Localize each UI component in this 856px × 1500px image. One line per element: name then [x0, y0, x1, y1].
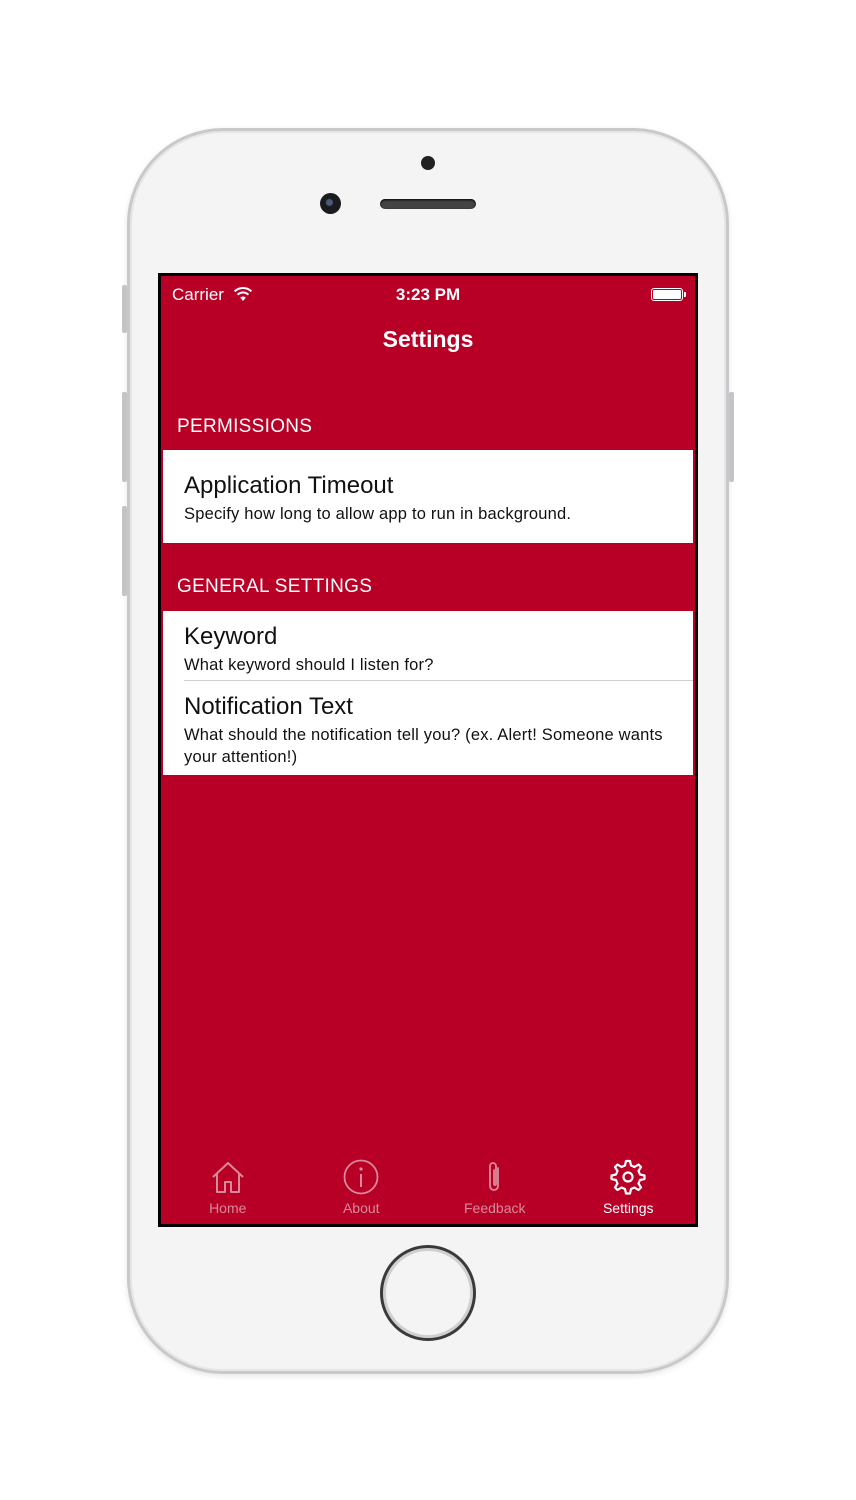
tab-label: Home	[209, 1200, 247, 1216]
cell-title: Keyword	[184, 623, 278, 650]
tab-settings[interactable]: Settings	[562, 1150, 696, 1224]
power-button	[729, 392, 734, 482]
tab-label: Feedback	[464, 1200, 526, 1216]
section-header-permissions: PERMISSIONS	[177, 416, 313, 437]
earpiece-speaker	[380, 199, 476, 209]
house-icon	[212, 1162, 244, 1193]
home-button[interactable]	[380, 1245, 476, 1341]
cell-subtitle: Specify how long to allow app to run in …	[184, 505, 572, 523]
section-header-general-settings: GENERAL SETTINGS	[177, 576, 373, 597]
tab-label: About	[342, 1200, 380, 1216]
tab-label: Settings	[602, 1200, 654, 1216]
page-title: Settings	[382, 326, 474, 352]
status-time: 3:23 PM	[395, 285, 461, 304]
tab-home[interactable]: Home	[161, 1150, 295, 1224]
device-screen: Carrier 3:23 PM Settings PERMISSIONS App…	[158, 273, 698, 1227]
mute-switch	[122, 285, 127, 333]
cell-application-timeout[interactable]: Application Timeout Specify how long to …	[163, 450, 693, 543]
cell-subtitle: What keyword should I listen for?	[184, 656, 434, 674]
gear-icon	[610, 1159, 646, 1195]
app-view: Carrier 3:23 PM Settings PERMISSIONS App…	[161, 276, 695, 1224]
proximity-sensor	[421, 156, 435, 170]
cell-title: Notification Text	[184, 693, 353, 720]
status-bar: Carrier 3:23 PM	[161, 276, 695, 312]
paperclip-icon	[488, 1162, 499, 1191]
tab-bar: Home About Feedback Settings	[161, 1150, 695, 1224]
general-settings-group: Keyword What keyword should I listen for…	[163, 611, 693, 775]
cell-notification-text[interactable]: Notification Text What should the notifi…	[163, 681, 693, 775]
permissions-group: Application Timeout Specify how long to …	[163, 450, 693, 543]
cell-keyword[interactable]: Keyword What keyword should I listen for…	[163, 611, 693, 681]
tab-about[interactable]: About	[295, 1150, 429, 1224]
tab-feedback[interactable]: Feedback	[428, 1150, 562, 1224]
cell-subtitle: What should the notification tell you? (…	[184, 726, 663, 766]
info-icon	[343, 1159, 379, 1195]
cell-title: Application Timeout	[184, 472, 394, 499]
volume-down-button	[122, 506, 127, 596]
front-camera	[320, 193, 341, 214]
battery-icon	[651, 288, 686, 301]
volume-up-button	[122, 392, 127, 482]
